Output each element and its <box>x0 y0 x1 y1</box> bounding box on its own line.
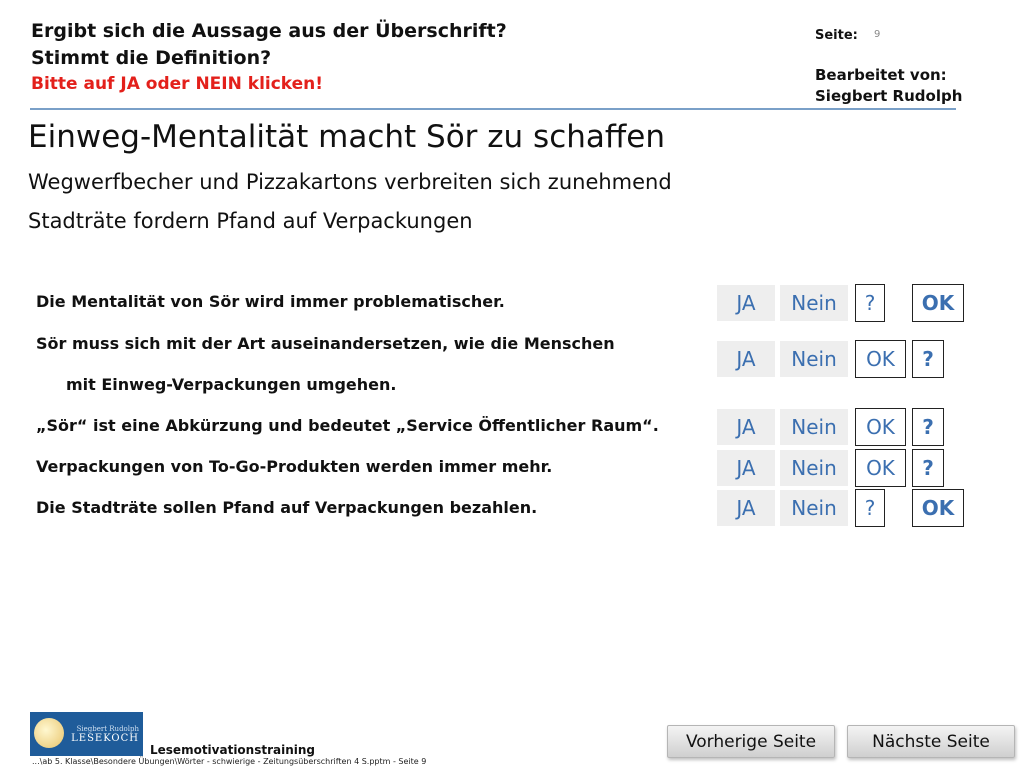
ok-button[interactable]: OK <box>912 284 964 322</box>
statement-4: Verpackungen von To-Go-Produkten werden … <box>36 457 553 476</box>
ja-button[interactable]: JA <box>717 490 775 526</box>
edited-by-name: Siegbert Rudolph <box>815 87 963 105</box>
subtitle-2: Stadträte fordern Pfand auf Verpackungen <box>28 209 473 233</box>
nein-button[interactable]: Nein <box>780 285 848 321</box>
nein-button[interactable]: Nein <box>780 450 848 486</box>
question-button[interactable]: ? <box>912 408 944 446</box>
edited-by-label: Bearbeitet von: <box>815 66 947 84</box>
lightbulb-icon <box>34 718 64 748</box>
header-question-1: Ergibt sich die Aussage aus der Überschr… <box>31 20 507 42</box>
statement-3: „Sör“ ist eine Abkürzung und bedeutet „S… <box>36 416 659 435</box>
previous-page-button[interactable]: Vorherige Seite <box>667 725 835 758</box>
nein-button[interactable]: Nein <box>780 341 848 377</box>
ja-button[interactable]: JA <box>717 450 775 486</box>
statement-1: Die Mentalität von Sör wird immer proble… <box>36 292 505 311</box>
next-page-button[interactable]: Nächste Seite <box>847 725 1015 758</box>
header-question-2: Stimmt die Definition? <box>31 47 272 69</box>
header-divider <box>30 108 956 110</box>
footer-label: Lesemotivationstraining <box>150 743 316 757</box>
ja-button[interactable]: JA <box>717 341 775 377</box>
question-button[interactable]: ? <box>855 284 885 322</box>
subtitle-1: Wegwerfbecher und Pizzakartons verbreite… <box>28 170 672 194</box>
logo-author: Siegbert Rudolph <box>76 724 139 733</box>
nein-button[interactable]: Nein <box>780 490 848 526</box>
question-button[interactable]: ? <box>855 489 885 527</box>
ja-button[interactable]: JA <box>717 285 775 321</box>
question-button[interactable]: ? <box>912 449 944 487</box>
ok-button[interactable]: OK <box>855 449 906 487</box>
footer-file-path: ...\ab 5. Klasse\Besondere Übungen\Wörte… <box>32 757 427 766</box>
question-button[interactable]: ? <box>912 340 944 378</box>
leskoch-logo: Siegbert Rudolph LESEKOCH <box>30 712 143 756</box>
page-title: Einweg-Mentalität macht Sör zu schaffen <box>28 119 665 155</box>
statement-2: Sör muss sich mit der Art auseinanderset… <box>36 334 615 353</box>
statement-2-continued: mit Einweg-Verpackungen umgehen. <box>66 375 397 394</box>
ja-button[interactable]: JA <box>717 409 775 445</box>
header-instruction: Bitte auf JA oder NEIN klicken! <box>31 74 324 94</box>
page-number: 9 <box>874 29 881 40</box>
nein-button[interactable]: Nein <box>780 409 848 445</box>
page-label: Seite: <box>815 28 858 43</box>
ok-button[interactable]: OK <box>912 489 964 527</box>
ok-button[interactable]: OK <box>855 340 906 378</box>
ok-button[interactable]: OK <box>855 408 906 446</box>
statement-5: Die Stadträte sollen Pfand auf Verpackun… <box>36 498 538 517</box>
logo-wordmark: LESEKOCH <box>71 732 139 744</box>
